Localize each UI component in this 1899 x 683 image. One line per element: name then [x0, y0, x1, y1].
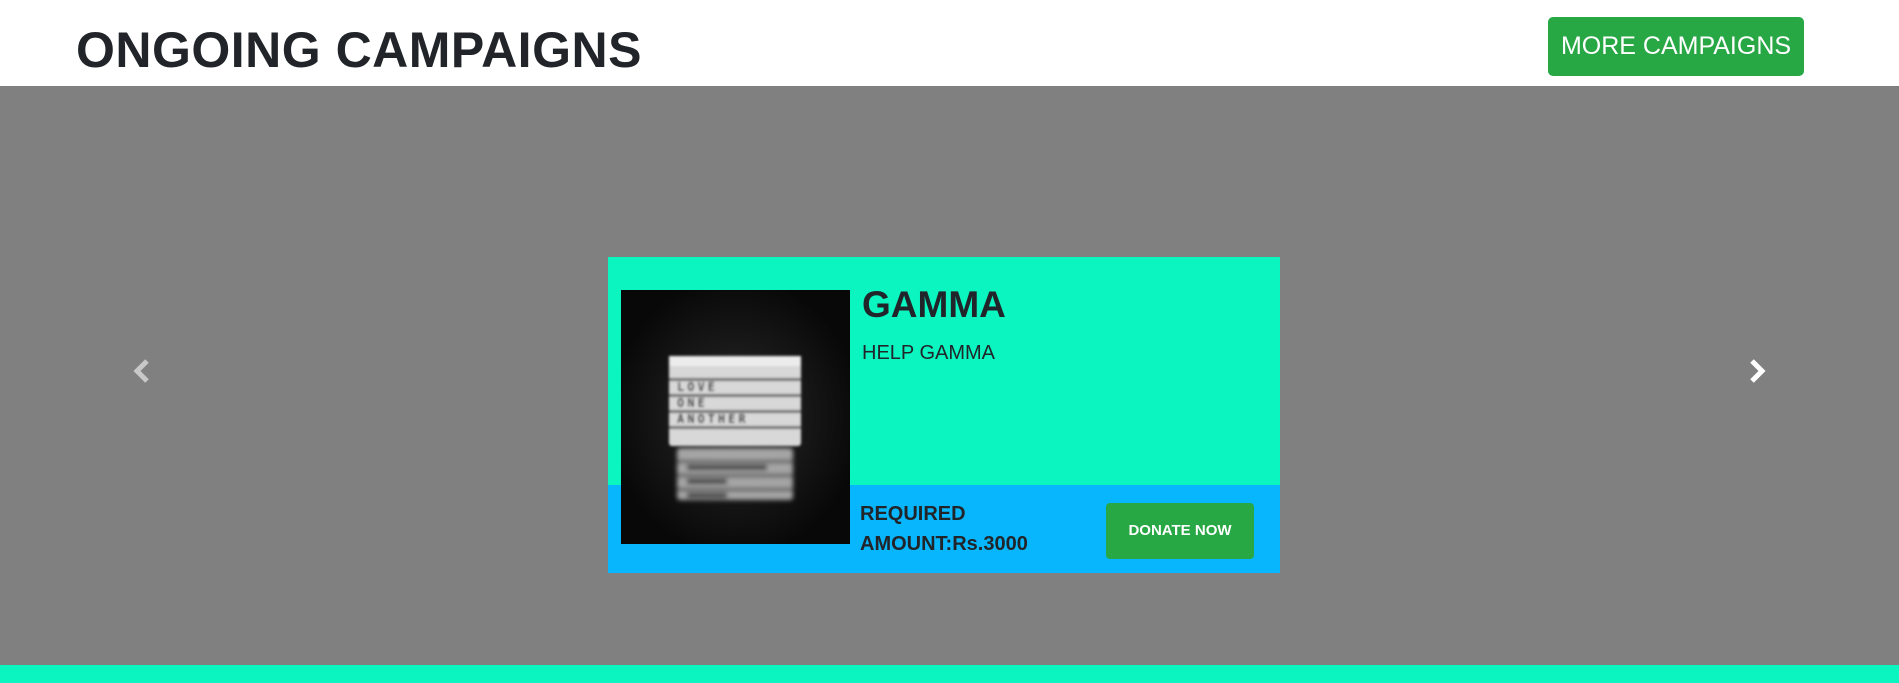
- svg-text:LOVE: LOVE: [677, 380, 718, 394]
- required-amount: REQUIRED AMOUNT:Rs.3000: [860, 499, 1060, 559]
- page-title: ONGOING CAMPAIGNS: [76, 22, 642, 78]
- donate-now-button[interactable]: DONATE NOW: [1106, 503, 1254, 559]
- campaign-card: LOVE ONE ANOTHER GAMMA HELP GAMMA REQUIR…: [608, 257, 1280, 573]
- footer-band: [0, 665, 1899, 683]
- more-campaigns-button[interactable]: MORE CAMPAIGNS: [1548, 17, 1804, 76]
- campaign-carousel: LOVE ONE ANOTHER GAMMA HELP GAMMA REQUIR…: [0, 86, 1899, 665]
- campaign-name: GAMMA: [862, 284, 1006, 325]
- campaign-description: HELP GAMMA: [862, 342, 995, 364]
- svg-text:ONE: ONE: [677, 396, 708, 410]
- chevron-right-icon: [1750, 359, 1766, 383]
- amount-value: AMOUNT:Rs.3000: [860, 533, 1028, 555]
- page-header: ONGOING CAMPAIGNS MORE CAMPAIGNS: [0, 0, 1899, 86]
- chevron-left-icon: [133, 359, 149, 383]
- required-label: REQUIRED: [860, 503, 966, 525]
- carousel-next-button[interactable]: [1737, 351, 1777, 391]
- campaign-image: LOVE ONE ANOTHER: [621, 290, 850, 544]
- carousel-prev-button[interactable]: [123, 351, 163, 391]
- svg-text:ANOTHER: ANOTHER: [677, 412, 749, 426]
